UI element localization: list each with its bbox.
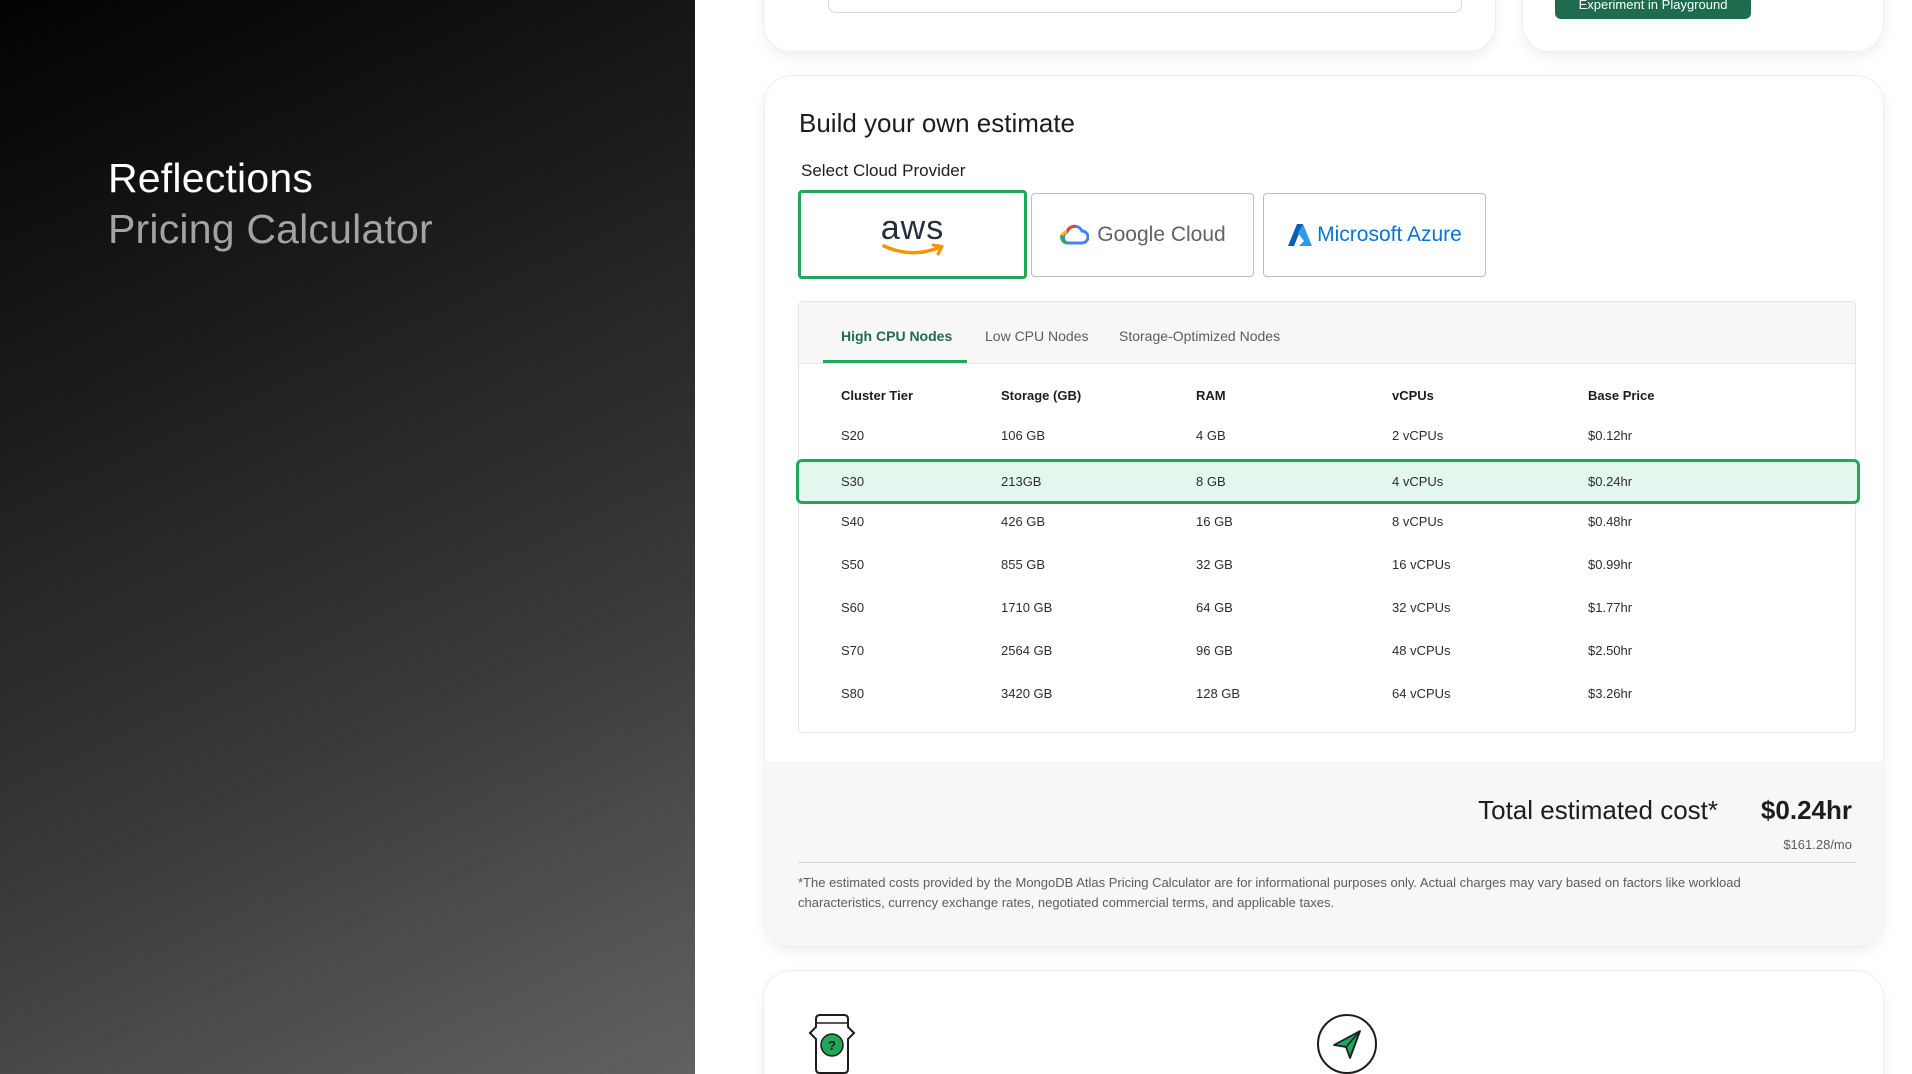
cell-price: $0.99hr — [1588, 557, 1633, 572]
cell-vcpus: 32 vCPUs — [1392, 600, 1451, 615]
cell-vcpus: 48 vCPUs — [1392, 643, 1451, 658]
cell-storage: 2564 GB — [1001, 643, 1053, 658]
header-vcpus: vCPUs — [1392, 388, 1434, 403]
aws-smile-icon — [881, 243, 943, 255]
svg-text:?: ? — [828, 1038, 836, 1053]
cell-storage: 855 GB — [1001, 557, 1046, 572]
provider-aws[interactable]: aws — [798, 190, 1027, 279]
cell-price: $1.77hr — [1588, 600, 1633, 615]
cell-storage: 3420 GB — [1001, 686, 1053, 701]
pricing-table: High CPU Nodes Low CPU Nodes Storage-Opt… — [796, 301, 1860, 733]
table-row[interactable]: S40 426 GB 16 GB 8 vCPUs $0.48hr — [799, 507, 1855, 537]
cell-ram: 32 GB — [1196, 557, 1233, 572]
table-row[interactable]: S50 855 GB 32 GB 16 vCPUs $0.99hr — [799, 550, 1855, 580]
provider-label: Select Cloud Provider — [801, 161, 966, 180]
send-icon[interactable] — [1316, 1013, 1378, 1074]
cell-ram: 128 GB — [1196, 686, 1241, 701]
table-row[interactable]: S20 106 GB 4 GB 2 vCPUs $0.12hr — [799, 421, 1855, 451]
top-card-left — [763, 0, 1496, 52]
cell-vcpus: 8 vCPUs — [1392, 514, 1444, 529]
estimate-card: Build your own estimate Select Cloud Pro… — [764, 75, 1884, 947]
playground-button[interactable]: Experiment in Playground — [1555, 0, 1751, 19]
cell-tier: S70 — [841, 643, 865, 658]
aws-logo-text: aws — [880, 208, 945, 247]
table-row-selected[interactable]: S30 213GB 8 GB 4 vCPUs $0.24hr — [796, 459, 1860, 504]
cell-tier: S60 — [841, 600, 865, 615]
top-input[interactable] — [828, 0, 1462, 13]
cell-price: $0.24hr — [1588, 474, 1633, 489]
table-row[interactable]: S60 1710 GB 64 GB 32 vCPUs $1.77hr — [799, 593, 1855, 623]
top-card-right: Experiment in Playground — [1522, 0, 1884, 52]
divider — [798, 862, 1856, 863]
cell-storage: 213GB — [1001, 474, 1042, 489]
tab-storage-optimized[interactable]: Storage-Optimized Nodes — [1119, 328, 1280, 344]
azure-label: Microsoft Azure — [1317, 223, 1462, 246]
azure-icon — [1288, 224, 1313, 246]
cell-ram: 8 GB — [1196, 474, 1226, 489]
cell-price: $0.48hr — [1588, 514, 1633, 529]
tab-high-cpu[interactable]: High CPU Nodes — [841, 328, 952, 344]
provider-google-cloud[interactable]: Google Cloud — [1031, 193, 1254, 277]
total-value: $0.24hr — [1760, 795, 1852, 825]
cell-price: $0.12hr — [1588, 428, 1633, 443]
active-tab-indicator — [823, 360, 967, 363]
help-icon[interactable]: ? — [802, 1013, 862, 1074]
content-area: Experiment in Playground Build your own … — [695, 0, 1912, 1074]
cell-ram: 16 GB — [1196, 514, 1233, 529]
total-section: Total estimated cost* $0.24hr $161.28/mo… — [765, 761, 1883, 946]
cell-vcpus: 64 vCPUs — [1392, 686, 1451, 701]
bottom-card: ? — [763, 970, 1884, 1074]
google-cloud-label: Google Cloud — [1097, 223, 1226, 246]
header-cluster-tier: Cluster Tier — [841, 388, 914, 403]
provider-azure[interactable]: Microsoft Azure — [1263, 193, 1486, 277]
disclaimer: *The estimated costs provided by the Mon… — [798, 875, 1741, 910]
estimate-title: Build your own estimate — [799, 108, 1076, 138]
aws-logo: aws — [880, 208, 946, 257]
cell-tier: S20 — [841, 428, 865, 443]
cell-ram: 4 GB — [1196, 428, 1226, 443]
cell-price: $2.50hr — [1588, 643, 1633, 658]
total-monthly: $161.28/mo — [1783, 837, 1852, 852]
header-storage: Storage (GB) — [1001, 388, 1082, 403]
table-row[interactable]: S80 3420 GB 128 GB 64 vCPUs $3.26hr — [799, 679, 1855, 709]
header-base-price: Base Price — [1588, 388, 1655, 403]
cell-price: $3.26hr — [1588, 686, 1633, 701]
cell-vcpus: 4 vCPUs — [1392, 474, 1444, 489]
cell-tier: S80 — [841, 686, 865, 701]
brand-panel: Reflections Pricing Calculator — [0, 0, 695, 1074]
brand-title: Reflections — [108, 155, 314, 201]
cell-tier: S30 — [841, 474, 865, 489]
cell-storage: 1710 GB — [1001, 600, 1053, 615]
cell-tier: S50 — [841, 557, 865, 572]
cell-vcpus: 16 vCPUs — [1392, 557, 1451, 572]
tab-low-cpu[interactable]: Low CPU Nodes — [985, 328, 1089, 344]
table-row[interactable]: S70 2564 GB 96 GB 48 vCPUs $2.50hr — [799, 636, 1855, 666]
cell-storage: 106 GB — [1001, 428, 1046, 443]
cell-tier: S40 — [841, 514, 865, 529]
header-ram: RAM — [1196, 388, 1226, 403]
cell-ram: 64 GB — [1196, 600, 1233, 615]
cell-ram: 96 GB — [1196, 643, 1233, 658]
cell-vcpus: 2 vCPUs — [1392, 428, 1444, 443]
brand-subtitle: Pricing Calculator — [108, 206, 433, 252]
cell-storage: 426 GB — [1001, 514, 1046, 529]
node-tabs: High CPU Nodes Low CPU Nodes Storage-Opt… — [799, 302, 1855, 364]
table-header: Cluster Tier Storage (GB) RAM vCPUs Base… — [799, 388, 1855, 408]
google-cloud-icon — [1060, 224, 1090, 245]
total-label: Total estimated cost* — [1478, 795, 1718, 825]
